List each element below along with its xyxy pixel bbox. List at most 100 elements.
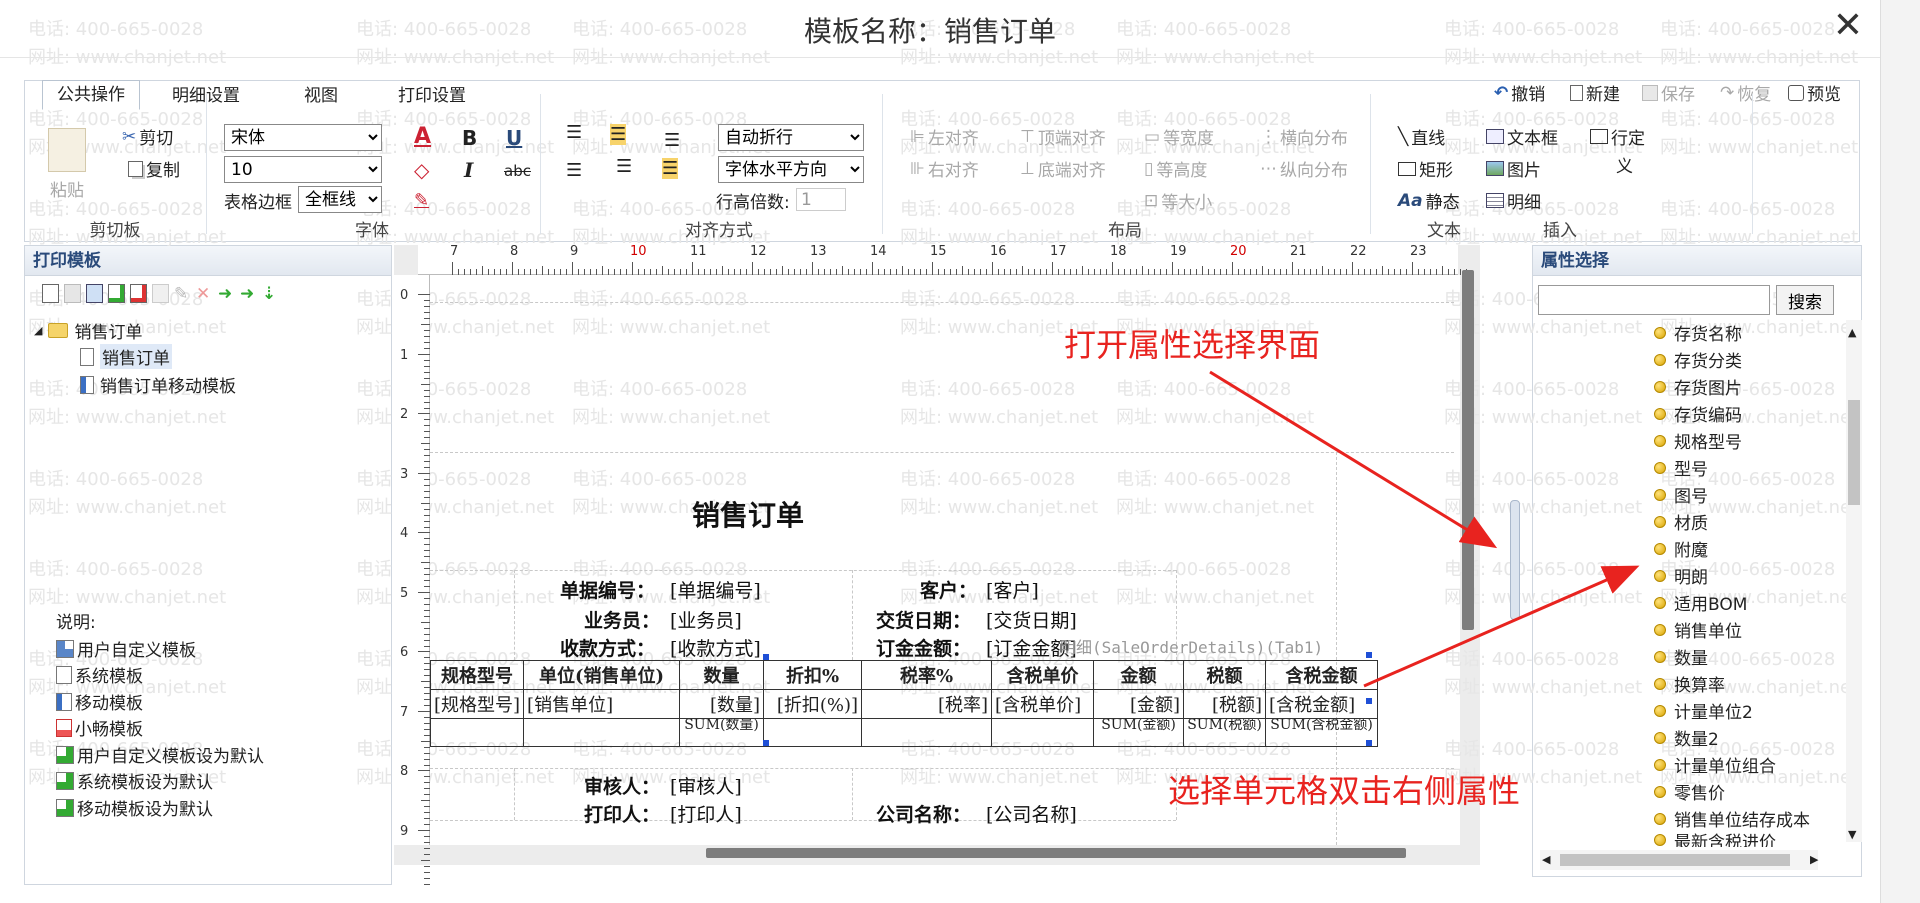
property-item[interactable]: 型号	[1654, 455, 1708, 480]
detail-table[interactable]: 规格型号 单位(销售单位) 数量 折扣% 税率% 含税单价 金额 税额 含税金额 [规格型号][…	[429, 660, 1379, 747]
align-bottom-icon[interactable]: ☰	[664, 130, 680, 151]
save-button[interactable]: 保存	[1642, 80, 1695, 105]
scroll-up-icon[interactable]: ▲	[1848, 326, 1856, 339]
font-family-select[interactable]: 宋体	[224, 124, 382, 151]
payment-field[interactable]: [收款方式]	[670, 634, 761, 661]
align-top-icon[interactable]: ☰	[566, 122, 582, 143]
table-header-cell[interactable]: 税率%	[861, 660, 993, 690]
table-cell[interactable]: [折扣(%)]	[763, 689, 863, 719]
same-height-button[interactable]: ▯ 等高度	[1144, 156, 1207, 182]
border-color-icon[interactable]: ✎	[414, 190, 429, 211]
align-right-icon[interactable]: ☰	[662, 158, 679, 179]
import-icon[interactable]: ➜	[218, 284, 235, 304]
font-color-icon[interactable]: A	[414, 124, 431, 149]
bill-no-field[interactable]: [单据编号]	[670, 576, 761, 603]
property-list-horizontal-thumb[interactable]	[1560, 854, 1790, 866]
wrap-select[interactable]: 自动折行	[718, 124, 864, 151]
form-title[interactable]: 销售订单	[692, 494, 804, 534]
panel-splitter-handle[interactable]	[1510, 500, 1520, 620]
table-sum-cell[interactable]	[429, 718, 525, 747]
horizontal-direction-select[interactable]: 字体水平方向	[718, 156, 864, 183]
tree-item-mobile-template[interactable]: 销售订单移动模板	[80, 372, 236, 397]
table-sum-cell[interactable]: SUM(数量)	[679, 718, 765, 747]
deposit-label[interactable]: 订金金额：	[876, 634, 971, 661]
vertical-distribute-button[interactable]: ⋯ 纵向分布	[1260, 156, 1348, 182]
property-item[interactable]: 销售单位结存成本	[1654, 806, 1810, 831]
strikethrough-icon[interactable]: abc	[504, 162, 531, 180]
align-left-icon[interactable]: ☰	[566, 160, 582, 181]
property-item[interactable]: 存货名称	[1654, 320, 1742, 345]
textbox-button[interactable]: 文本框	[1486, 124, 1558, 149]
align-middle-icon[interactable]: ☰	[610, 124, 627, 145]
new-template-icon[interactable]	[42, 284, 59, 303]
auditor-field[interactable]: [审核人]	[670, 772, 742, 799]
table-header-cell[interactable]: 金额	[1093, 660, 1185, 690]
property-item[interactable]: 存货编码	[1654, 401, 1742, 426]
property-item[interactable]: 适用BOM	[1654, 590, 1747, 615]
search-button[interactable]: 搜索	[1776, 285, 1834, 315]
property-item[interactable]: 材质	[1654, 509, 1708, 534]
table-cell[interactable]: [含税单价]	[991, 689, 1095, 719]
copy-button[interactable]: 复制	[128, 156, 180, 181]
delete-template-icon[interactable]	[130, 284, 147, 303]
canvas-horizontal-scrollbar[interactable]	[706, 848, 1406, 858]
printer-field[interactable]: [打印人]	[670, 800, 742, 827]
save-template-icon[interactable]	[64, 284, 81, 303]
tab-view[interactable]: 视图	[290, 82, 352, 110]
tree-root[interactable]: ◢ 销售订单	[34, 318, 142, 343]
table-cell[interactable]: [税额]	[1183, 689, 1267, 719]
selection-handle[interactable]	[1366, 652, 1372, 658]
payment-label[interactable]: 收款方式：	[560, 634, 655, 661]
table-cell[interactable]: [规格型号]	[429, 689, 525, 719]
horizontal-distribute-button[interactable]: ⋮ 横向分布	[1260, 124, 1348, 150]
paste-button[interactable]: 粘贴	[48, 128, 86, 201]
export-icon[interactable]: ➜	[240, 284, 257, 304]
table-cell[interactable]: [税率]	[861, 689, 993, 719]
table-header-cell[interactable]: 含税单价	[991, 660, 1095, 690]
layout-align-left-button[interactable]: ⊫ 左对齐	[910, 124, 979, 150]
layout-align-right-button[interactable]: ⊪ 右对齐	[910, 156, 979, 182]
printer-label[interactable]: 打印人：	[584, 800, 660, 827]
table-border-select[interactable]: 全框线	[298, 186, 382, 213]
image-button[interactable]: 图片	[1486, 156, 1541, 181]
salesman-label[interactable]: 业务员：	[584, 606, 660, 633]
salesman-field[interactable]: [业务员]	[670, 606, 742, 633]
property-item[interactable]: 零售价	[1654, 779, 1725, 804]
table-sum-cell[interactable]: SUM(税额)	[1183, 718, 1267, 747]
property-item[interactable]: 附魔	[1654, 536, 1708, 561]
layout-align-bottom-button[interactable]: ⊥ 底端对齐	[1020, 156, 1106, 182]
property-list-scrollbar[interactable]	[1846, 320, 1862, 842]
row-height-input[interactable]: 1	[796, 188, 846, 211]
table-header-cell[interactable]: 含税金额	[1265, 660, 1379, 690]
new-button[interactable]: 新建	[1570, 80, 1620, 105]
selection-handle[interactable]	[1366, 740, 1372, 746]
edit-template-icon[interactable]	[86, 284, 103, 303]
undo-button[interactable]: ↶ 撤销	[1494, 80, 1545, 106]
table-sum-cell[interactable]: SUM(含税金额)	[1265, 718, 1379, 747]
property-item[interactable]: 明朗	[1654, 563, 1708, 588]
rectangle-button[interactable]: 矩形	[1398, 156, 1453, 181]
property-item[interactable]: 存货图片	[1654, 374, 1742, 399]
table-cell[interactable]: [销售单位]	[523, 689, 681, 719]
table-header-cell[interactable]: 规格型号	[429, 660, 525, 690]
scroll-right-icon[interactable]: ▶	[1810, 853, 1818, 866]
property-item[interactable]: 最新含税进价	[1654, 833, 1776, 847]
table-sum-cell[interactable]	[991, 718, 1095, 747]
table-header-cell[interactable]: 折扣%	[763, 660, 863, 690]
table-cell[interactable]: [含税金额]	[1265, 689, 1379, 719]
copy-template-icon[interactable]	[108, 284, 125, 303]
close-icon[interactable]: ✕	[1830, 6, 1866, 46]
property-item[interactable]: 存货分类	[1654, 347, 1742, 372]
table-sum-cell[interactable]	[763, 718, 863, 747]
tab-print-settings[interactable]: 打印设置	[384, 82, 480, 110]
detail-button[interactable]: 明细	[1486, 188, 1541, 213]
property-item[interactable]: 换算率	[1654, 671, 1725, 696]
scroll-down-icon[interactable]: ▼	[1848, 828, 1856, 841]
table-cell[interactable]: [金额]	[1093, 689, 1185, 719]
preview-button[interactable]: 预览	[1788, 80, 1841, 105]
table-sum-cell[interactable]	[861, 718, 993, 747]
auditor-label[interactable]: 审核人：	[584, 772, 660, 799]
fill-color-icon[interactable]: ◇	[414, 158, 429, 182]
download-icon[interactable]: ⇣	[262, 284, 279, 304]
table-sum-cell[interactable]: SUM(金额)	[1093, 718, 1185, 747]
